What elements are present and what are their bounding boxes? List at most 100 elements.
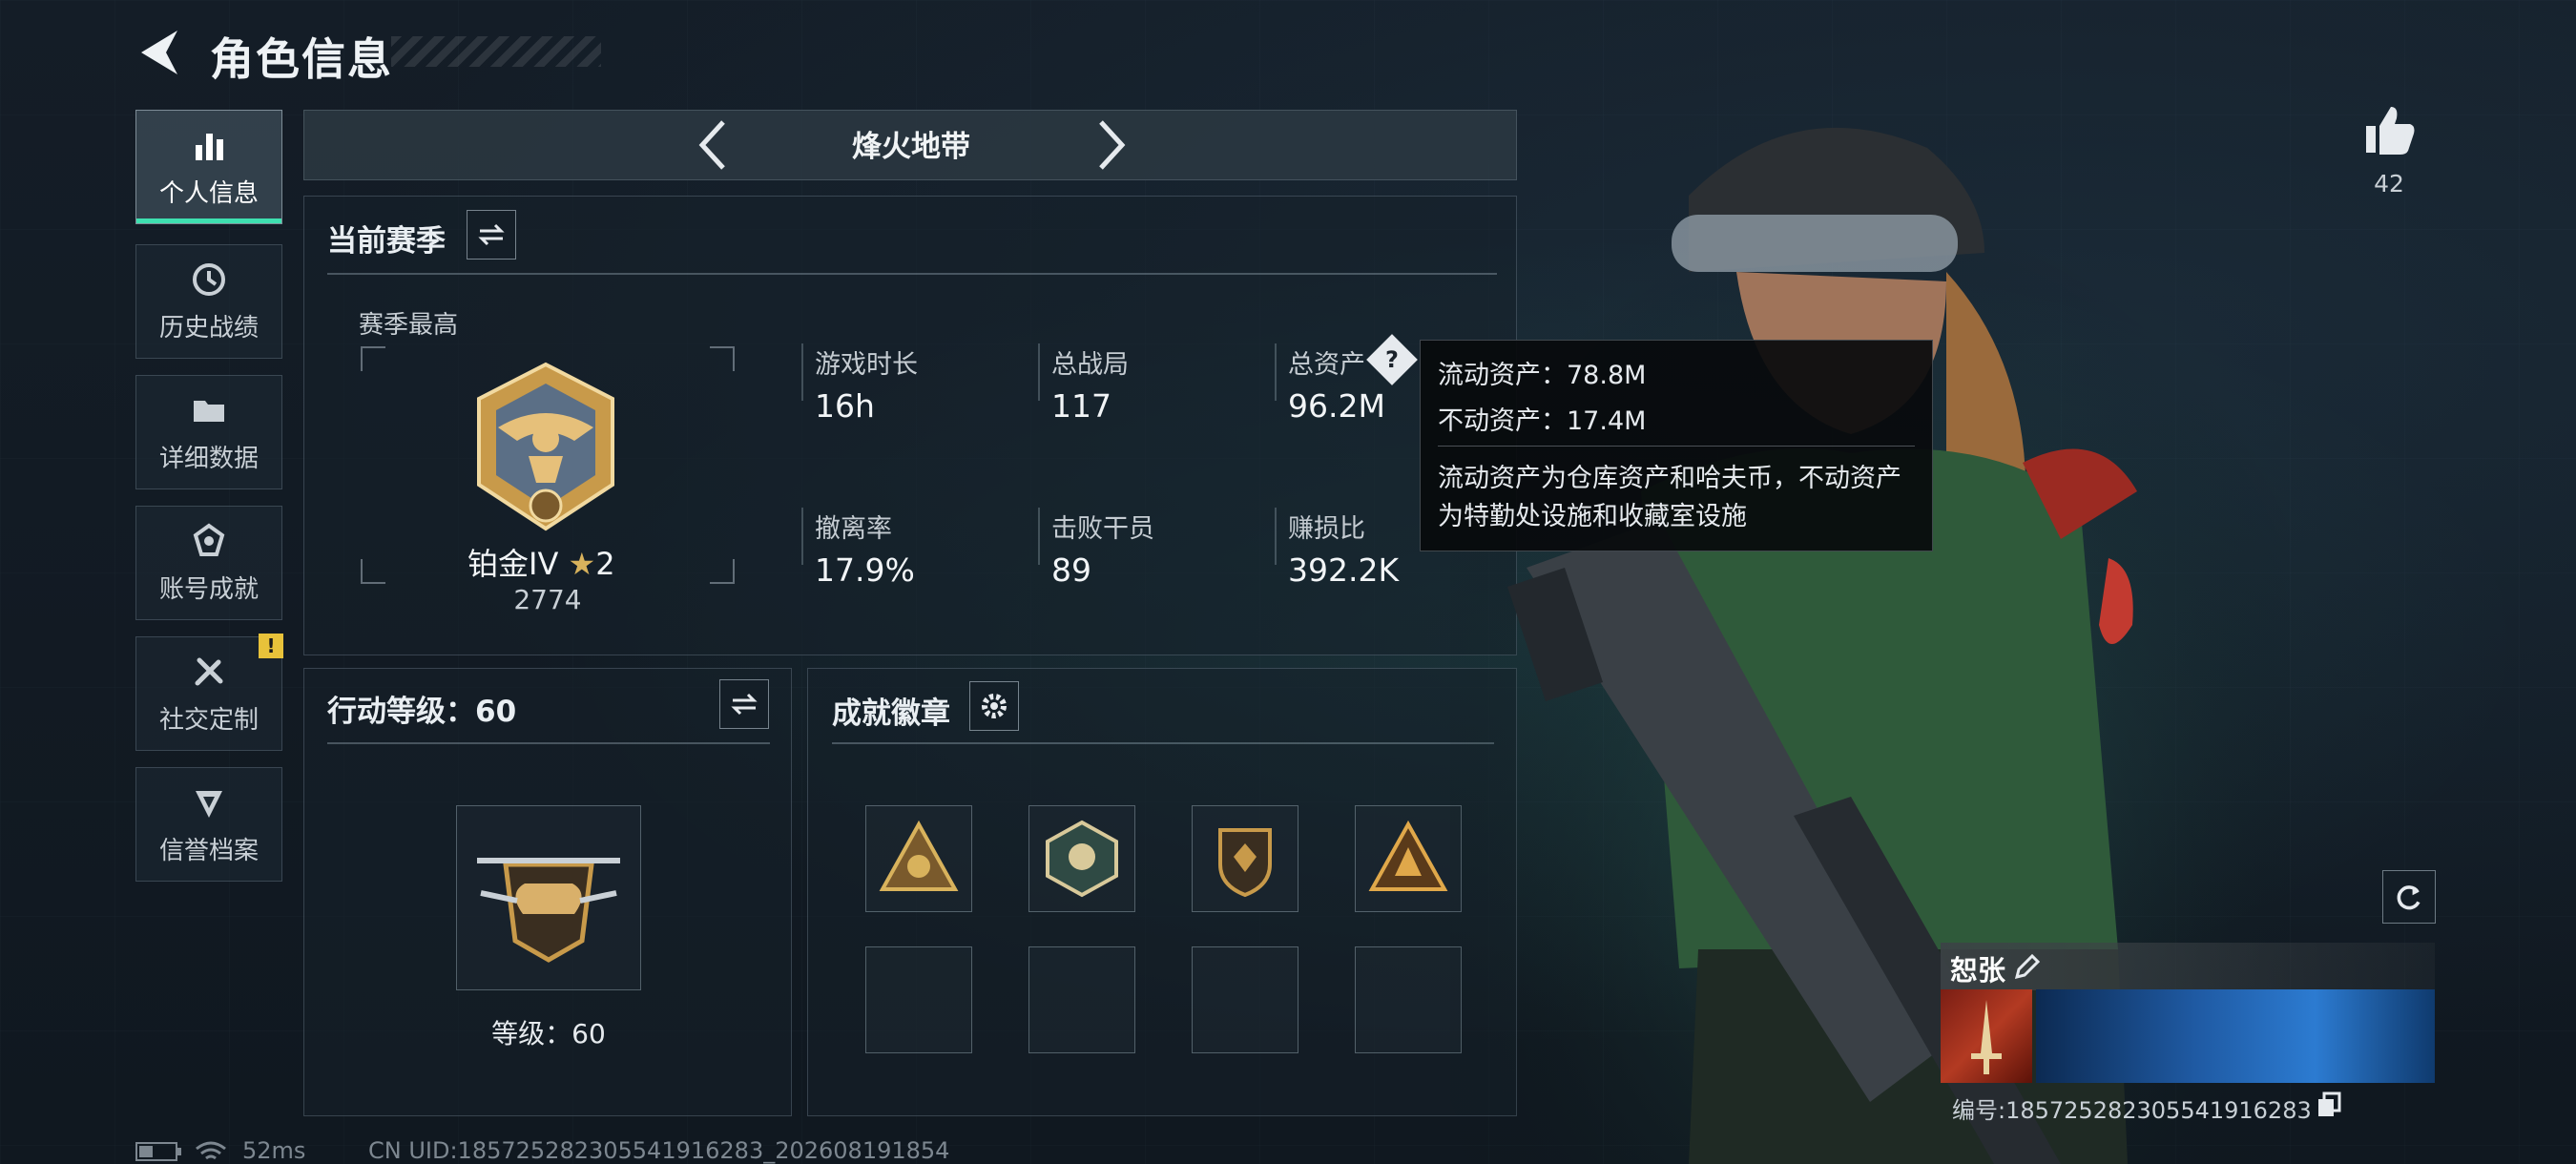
divider [1275,343,1277,401]
copy-icon[interactable] [2316,1091,2341,1118]
level-switch-button[interactable] [719,679,769,729]
swap-icon [478,223,505,246]
hexagon-badge-icon [1046,820,1118,898]
achievement-badge[interactable] [1028,805,1135,912]
divider [832,742,1494,744]
divider [1038,508,1040,565]
chevron-right-icon[interactable] [1093,116,1132,174]
bar-chart-icon [196,133,223,160]
triangle-badge-icon [879,820,959,891]
mode-title: 烽火地带 [852,130,970,164]
sidebar-item-label: 账号成就 [158,574,259,604]
asset-tooltip: 流动资产：78.8M 不动资产：17.4M 流动资产为仓库资产和哈夫币，不动资产… [1420,340,1933,551]
stat-label: 赚损比 [1288,514,1365,544]
refresh-button[interactable] [2382,870,2436,924]
stat-value: 89 [1051,551,1091,589]
sidebar-item-label: 详细数据 [158,444,259,473]
sidebar-item-achievements[interactable]: 账号成就 [135,506,282,620]
gear-icon [982,694,1007,718]
stat-label: 撤离率 [815,514,892,544]
season-switch-button[interactable] [467,210,516,260]
divider [801,343,803,401]
divider [801,508,803,565]
rank-stars: 2 [595,546,615,582]
stat-value: 16h [815,387,875,425]
divider [327,742,770,744]
player-name: 恕张 [1950,954,2006,987]
achievement-slot-empty[interactable] [1028,946,1135,1053]
level-label: 等级：60 [491,1018,606,1050]
achievement-slot-empty[interactable] [1192,946,1298,1053]
wifi-icon [196,1141,226,1160]
star-icon: ★ [568,546,596,582]
stat-label: 击败干员 [1051,514,1154,544]
stat-label: 游戏时长 [815,350,918,380]
frame-corner [361,559,385,584]
shield-badge-icon [1218,828,1272,898]
stat-label: 总资产 [1288,350,1365,380]
tooltip-liquid: 流动资产：78.8M [1438,361,1647,390]
achievement-title: 成就徽章 [832,696,950,731]
edit-icon[interactable] [2013,952,2042,981]
season-best-label: 赛季最高 [359,311,459,340]
divider [1275,508,1277,565]
tooltip-desc-1: 流动资产为仓库资产和哈夫币，不动资产 [1438,464,1901,493]
tooltip-fixed: 不动资产：17.4M [1438,406,1647,436]
help-icon-glyph: ? [1385,346,1399,373]
title-decoration [391,36,601,67]
rank-emblem-icon [477,362,614,531]
ping: 52ms [242,1137,306,1164]
divider [327,273,1497,275]
sword-icon [1971,1000,2002,1074]
player-uid: 编号:18572528230554191628​3 [1952,1097,2312,1124]
alert-badge: ! [259,634,283,658]
rank-name-row: 铂金IV ★2 [467,540,615,584]
tools-icon [195,657,223,685]
achievement-slot-empty[interactable] [1355,946,1462,1053]
sidebar-item-detail-data[interactable]: 详细数据 [135,375,282,489]
divider [1038,343,1040,401]
rank-score: 2774 [513,584,582,615]
banner-card[interactable] [2036,989,2435,1083]
achievement-badge[interactable] [1355,805,1462,912]
sidebar-item-label: 个人信息 [158,178,259,208]
refresh-icon [2397,885,2420,910]
frame-corner [710,346,735,371]
shield-icon [196,790,222,818]
rank-name: 铂金IV [467,546,559,582]
achievement-slot-empty[interactable] [865,946,972,1053]
battery-icon [135,1142,181,1161]
history-clock-icon [193,262,225,296]
sidebar-item-label: 信誉档案 [158,836,259,865]
stat-value: 96.2M [1288,387,1385,425]
sidebar-item-label: 社交定制 [158,705,259,735]
frame-corner [361,346,385,371]
chevron-left-icon[interactable] [693,116,731,174]
sidebar-item-social[interactable]: 社交定制 ! [135,634,283,751]
like-count: 42 [2374,170,2404,197]
triangle-gold-badge-icon [1368,820,1448,891]
sidebar-item-label: 历史战绩 [158,313,259,343]
level-title: 行动等级：60 [327,695,517,729]
page-title: 角色信息 [210,33,393,85]
sidebar-item-history[interactable]: 历史战绩 [135,244,282,359]
stat-value: 117 [1051,387,1111,425]
swap-icon [731,693,758,716]
thumbs-up-icon[interactable] [2360,101,2418,158]
achievement-icon [193,523,225,556]
achievement-badge[interactable] [1192,805,1298,912]
achievement-settings-button[interactable] [969,681,1019,731]
stat-value: 392.2K [1288,551,1400,589]
sidebar-item-personal-info[interactable]: 个人信息 [135,110,282,224]
footer-uid: CN UID:18572528230554191628​3_2026081918… [368,1137,950,1164]
helicopter-emblem-icon [477,858,620,963]
season-title: 当前赛季 [327,224,446,259]
frame-corner [710,559,735,584]
folder-icon [194,400,224,422]
achievement-badge[interactable] [865,805,972,912]
tooltip-desc-2: 为特勤处设施和收藏室设施 [1438,502,1747,531]
back-arrow-icon[interactable] [135,27,183,78]
divider [1438,446,1915,447]
sidebar-item-credit[interactable]: 信誉档案 [135,767,282,882]
stat-label: 总战局 [1051,350,1129,380]
